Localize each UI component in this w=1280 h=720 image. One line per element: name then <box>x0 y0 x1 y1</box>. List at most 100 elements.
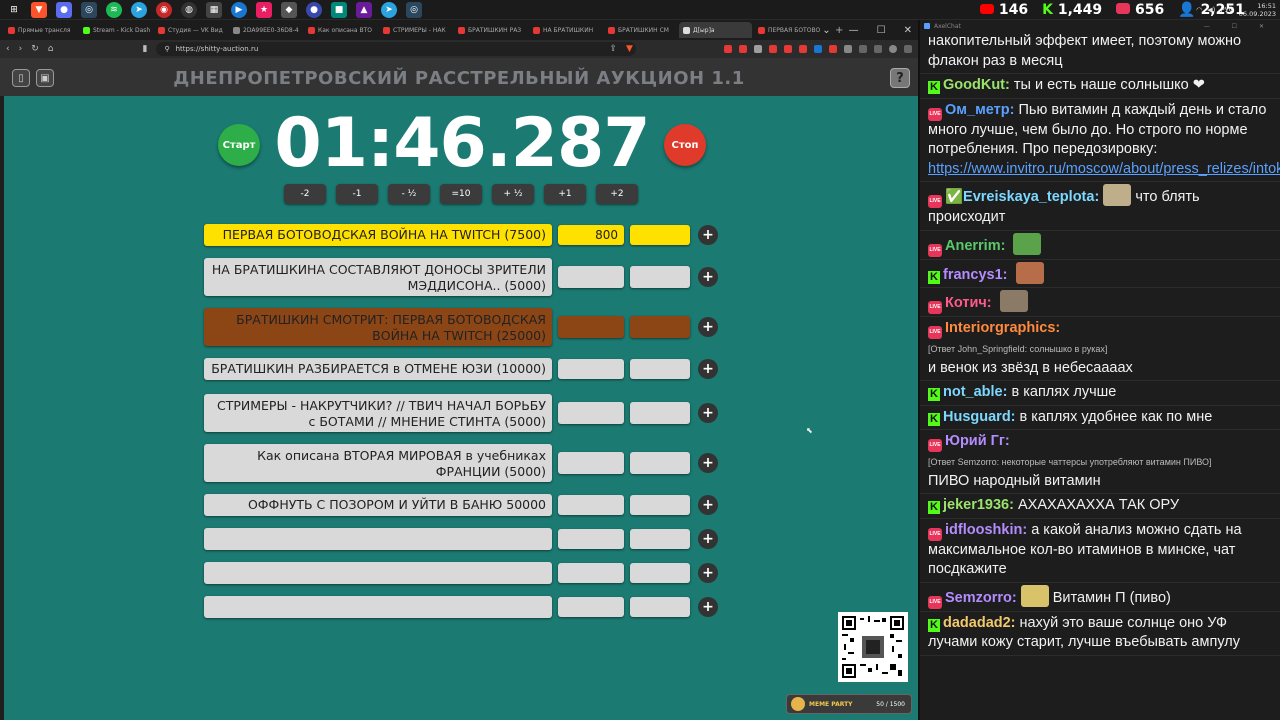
chat-username[interactable]: Semzorro: <box>945 590 1017 606</box>
lot-amount-field[interactable] <box>558 563 624 583</box>
extension-icon[interactable] <box>754 45 762 53</box>
lot-name-field[interactable]: СТРИМЕРЫ - НАКРУТЧИКИ? // ТВИЧ НАЧАЛ БОР… <box>204 394 552 432</box>
app-icon-3[interactable]: ▦ <box>206 1 222 18</box>
chat-username[interactable]: dadadad2: <box>943 615 1016 631</box>
timer-adjust-button[interactable]: -2 <box>284 184 326 204</box>
browser-tab[interactable]: Прямые трансля <box>4 22 77 38</box>
chat-username[interactable]: Юрий Гг: <box>945 433 1010 449</box>
reload-icon[interactable]: ↻ <box>31 44 39 54</box>
lot-amount-field[interactable] <box>558 359 624 379</box>
minimize-icon[interactable]: — <box>849 25 859 36</box>
add-to-lot-button[interactable]: + <box>698 403 718 423</box>
browser-tab[interactable]: Как описана ВТО <box>304 22 377 38</box>
lot-name-field[interactable]: Как описана ВТОРАЯ МИРОВАЯ в учебниках Ф… <box>204 444 552 482</box>
timer-adjust-button[interactable]: -1 <box>336 184 378 204</box>
download-icon[interactable] <box>859 45 867 53</box>
add-to-lot-button[interactable]: + <box>698 495 718 515</box>
add-to-lot-button[interactable]: + <box>698 453 718 473</box>
lot-amount-field[interactable] <box>558 495 624 515</box>
chat-username[interactable]: Husguard: <box>943 409 1016 425</box>
obs-icon[interactable]: ◍ <box>181 1 197 18</box>
steam-icon[interactable]: ◎ <box>81 1 97 18</box>
help-button[interactable]: ? <box>890 68 910 88</box>
browser-tab[interactable]: НА БРАТИШКИН <box>529 22 602 38</box>
forward-icon[interactable]: › <box>19 44 23 54</box>
lot-extra-field[interactable] <box>630 316 690 338</box>
lot-amount-field[interactable] <box>558 266 624 288</box>
app-icon-7[interactable]: ● <box>306 1 322 18</box>
app-icon-2[interactable]: ◉ <box>156 1 172 18</box>
app-icon-5[interactable]: ★ <box>256 1 272 18</box>
start-button[interactable]: Старт <box>218 124 260 166</box>
lot-name-field[interactable]: БРАТИШКИН РАЗБИРАЕТСЯ в ОТМЕНЕ ЮЗИ (1000… <box>204 358 552 380</box>
lot-amount-field[interactable] <box>558 597 624 617</box>
browser-tab[interactable]: БРАТИШКИН СМ <box>604 22 677 38</box>
app-icon-9[interactable]: ▲ <box>356 1 372 18</box>
chat-username[interactable]: Котич: <box>945 295 992 311</box>
brave-browser-icon[interactable]: ▼ <box>31 1 47 18</box>
browser-tab[interactable]: Stream - Kick Dash <box>79 22 152 38</box>
stop-button[interactable]: Стоп <box>664 124 706 166</box>
bookmark-icon[interactable]: ▮ <box>142 44 147 54</box>
extension-icon[interactable] <box>769 45 777 53</box>
app-icon-6[interactable]: ◆ <box>281 1 297 18</box>
puzzle-icon[interactable] <box>844 45 852 53</box>
sidebar-icon[interactable] <box>874 45 882 53</box>
add-to-lot-button[interactable]: + <box>698 563 718 583</box>
chat-username[interactable]: francys1: <box>943 267 1007 283</box>
lot-name-field[interactable] <box>204 562 552 584</box>
brave-shield-icon[interactable]: ▼ <box>626 44 633 54</box>
home-icon[interactable]: ⌂ <box>48 44 54 54</box>
chat-username[interactable]: Anerrim: <box>945 238 1005 254</box>
add-to-lot-button[interactable]: + <box>698 529 718 549</box>
extension-icon[interactable] <box>724 45 732 53</box>
add-to-lot-button[interactable]: + <box>698 359 718 379</box>
lot-extra-field[interactable] <box>630 452 690 474</box>
extension-icon[interactable] <box>799 45 807 53</box>
lot-name-field[interactable]: НА БРАТИШКИНА СОСТАВЛЯЮТ ДОНОСЫ ЗРИТЕЛИ … <box>204 258 552 296</box>
lot-amount-field[interactable] <box>558 402 624 424</box>
lot-amount-field[interactable] <box>558 452 624 474</box>
timer-adjust-button[interactable]: + ½ <box>492 184 534 204</box>
chat-username[interactable]: Ом_метр: <box>945 102 1014 118</box>
back-icon[interactable]: ‹ <box>6 44 10 54</box>
close-icon[interactable]: ✕ <box>904 25 912 36</box>
chat-username[interactable]: not_able: <box>943 384 1007 400</box>
extension-icon[interactable] <box>784 45 792 53</box>
chat-username[interactable]: Interiorgraphics: <box>945 320 1060 336</box>
lot-name-field[interactable]: ОФФНУТЬ С ПОЗОРОМ И УЙТИ В БАНЮ 50000 <box>204 494 552 516</box>
add-to-lot-button[interactable]: + <box>698 597 718 617</box>
timer-adjust-button[interactable]: - ½ <box>388 184 430 204</box>
windows-start-icon[interactable]: ⊞ <box>6 2 22 18</box>
extension-icon[interactable] <box>829 45 837 53</box>
lot-extra-field[interactable] <box>630 495 690 515</box>
telegram-icon-2[interactable]: ➤ <box>381 1 397 18</box>
add-to-lot-button[interactable]: + <box>698 317 718 337</box>
lot-extra-field[interactable] <box>630 359 690 379</box>
chat-username[interactable]: idflooshkin: <box>945 522 1027 538</box>
share-icon[interactable]: ⇪ <box>609 44 617 54</box>
chat-username[interactable]: ✅Evreiskaya_teplota: <box>945 189 1099 205</box>
telegram-icon[interactable]: ➤ <box>131 1 147 18</box>
menu-icon[interactable] <box>904 45 912 53</box>
browser-tab[interactable]: 2DA99EE0-36D8-4 <box>229 22 302 38</box>
lot-name-field[interactable]: ПЕРВАЯ БОТОВОДСКАЯ ВОЙНА НА TWITCH (7500… <box>204 224 552 246</box>
lot-extra-field[interactable] <box>630 563 690 583</box>
chat-username[interactable]: GoodKut: <box>943 77 1010 93</box>
extension-icon[interactable] <box>814 45 822 53</box>
app-icon-8[interactable]: ■ <box>331 1 347 18</box>
steam-icon-2[interactable]: ◎ <box>406 1 422 18</box>
chat-username[interactable]: jeker1936: <box>943 497 1014 513</box>
profile-icon[interactable] <box>889 45 897 53</box>
timer-adjust-button[interactable]: =10 <box>440 184 482 204</box>
spotify-icon[interactable]: ≋ <box>106 1 122 18</box>
lot-name-field[interactable] <box>204 596 552 618</box>
lot-amount-field[interactable] <box>558 529 624 549</box>
app-icon[interactable]: ● <box>56 1 72 18</box>
app-icon-4[interactable]: ▶ <box>231 1 247 18</box>
chat-window-controls[interactable]: — ☐ ✕ <box>1204 23 1274 30</box>
lot-extra-field[interactable] <box>630 402 690 424</box>
lot-extra-field[interactable] <box>630 225 690 245</box>
browser-tab[interactable]: СТРИМЕРЫ - НАК <box>379 22 452 38</box>
lot-name-field[interactable]: БРАТИШКИН СМОТРИТ: ПЕРВАЯ БОТОВОДСКАЯ ВО… <box>204 308 552 346</box>
